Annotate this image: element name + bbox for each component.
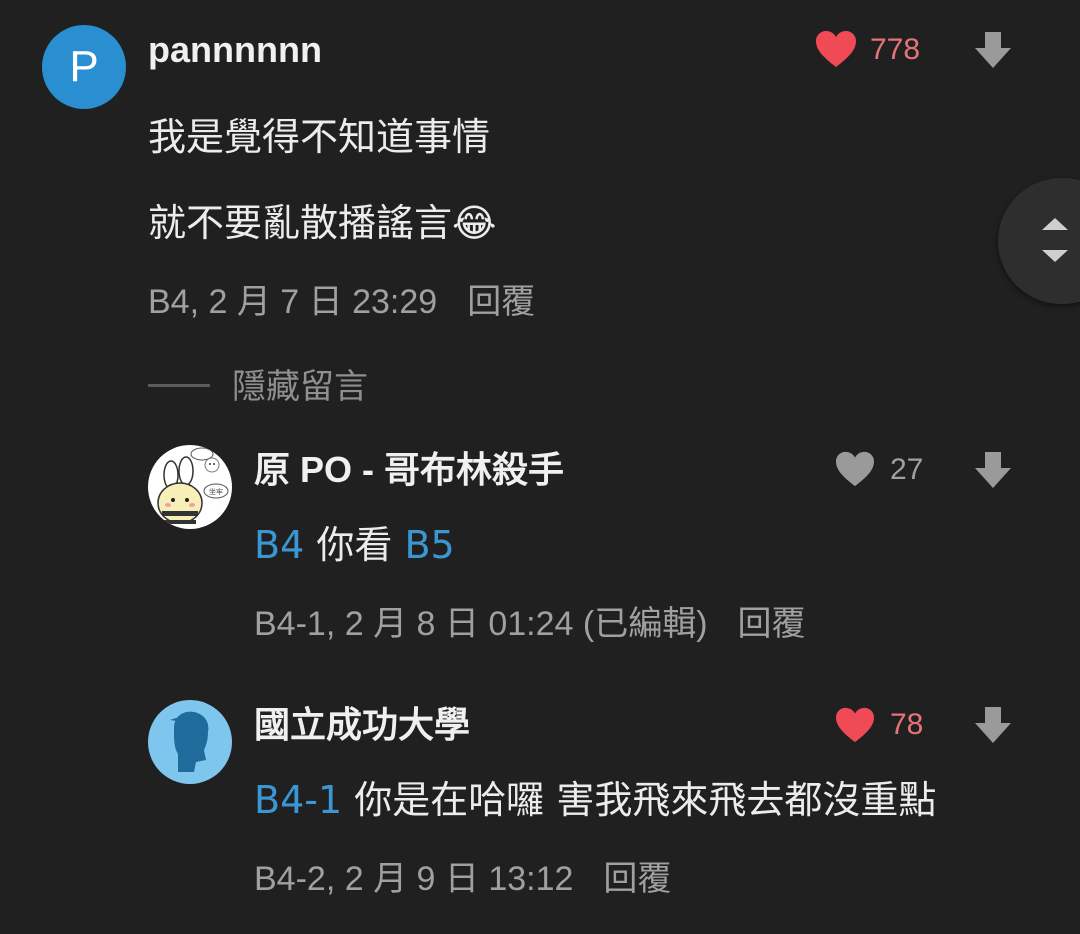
- floor-label: B4-1: [254, 605, 326, 643]
- reply-button[interactable]: 回覆: [603, 860, 671, 898]
- avatar-illustration: 坐牢: [157, 447, 229, 524]
- person-silhouette-icon: [170, 711, 209, 772]
- reply-author[interactable]: 原 PO - 哥布林殺手: [254, 448, 564, 492]
- reply-meta: B4-1, 2 月 8 日 01:24 (已編輯) 回覆: [254, 605, 806, 643]
- floor-label: B4: [148, 283, 190, 321]
- reply-meta: B4-2, 2 月 9 日 13:12 回覆: [254, 860, 672, 898]
- reply-button[interactable]: 回覆: [738, 605, 806, 643]
- reply-text-content: 你是在哈囉 害我飛來飛去都沒重點: [354, 778, 937, 822]
- reply-text: B4-1 你是在哈囉 害我飛來飛去都沒重點: [254, 777, 936, 823]
- floor-tag-link[interactable]: B5: [404, 523, 454, 567]
- reply-author[interactable]: 國立成功大學: [254, 703, 470, 747]
- hide-replies-button[interactable]: 隱藏留言: [232, 367, 368, 407]
- heart-icon[interactable]: [814, 29, 858, 69]
- reply-button[interactable]: 回覆: [467, 283, 535, 321]
- like-count: 27: [890, 453, 924, 486]
- avatar-bubble-text-2: 坐牢: [209, 487, 223, 496]
- arrow-down-icon[interactable]: [974, 705, 1012, 745]
- heart-icon[interactable]: [834, 706, 876, 744]
- reply-text-content: 你看: [316, 523, 393, 567]
- floor-tag-link[interactable]: B4: [254, 523, 304, 567]
- avatar[interactable]: P: [42, 25, 126, 109]
- avatar-letter: P: [69, 42, 99, 91]
- comment-meta: B4, 2 月 7 日 23:29 回覆: [148, 283, 536, 321]
- avatar[interactable]: 坐牢: [148, 445, 232, 529]
- scroll-button[interactable]: [998, 178, 1080, 304]
- reply-date: 2 月 9 日 13:12: [344, 860, 574, 898]
- floor-label: B4-2: [254, 860, 326, 898]
- comment-text: 就不要亂散播謠言: [148, 201, 453, 245]
- comment-text-line-2: 就不要亂散播謠言😂: [148, 200, 496, 246]
- comment-date: 2 月 7 日 23:29: [208, 283, 438, 321]
- scroll-up-down-icon: [1042, 218, 1068, 262]
- arrow-down-icon[interactable]: [974, 450, 1012, 490]
- floor-tag-link[interactable]: B4-1: [254, 778, 342, 822]
- reply-date: 2 月 8 日 01:24 (已編輯): [344, 605, 708, 643]
- like-count: 778: [870, 33, 921, 66]
- avatar[interactable]: [148, 700, 232, 784]
- comment-author[interactable]: pannnnnn: [148, 28, 322, 72]
- like-count: 78: [890, 708, 924, 741]
- heart-icon[interactable]: [834, 450, 876, 488]
- arrow-down-icon[interactable]: [974, 30, 1012, 70]
- comment-text-line-1: 我是覺得不知道事情: [148, 115, 491, 159]
- hide-replies-divider: [148, 384, 210, 387]
- laughing-emoji-icon: 😂: [452, 201, 497, 245]
- reply-text: B4 你看 B5: [254, 522, 455, 568]
